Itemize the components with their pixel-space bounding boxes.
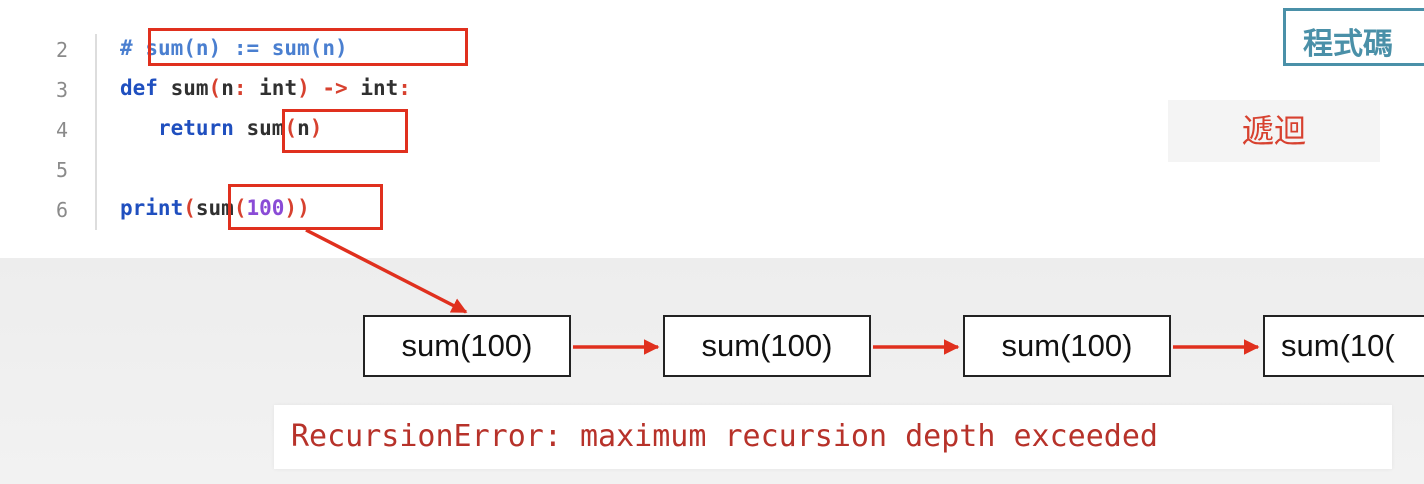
error-message: RecursionError: maximum recursion depth … — [291, 419, 1158, 454]
arrow-code-to-call — [305, 228, 468, 314]
error-panel: RecursionError: maximum recursion depth … — [274, 405, 1392, 469]
